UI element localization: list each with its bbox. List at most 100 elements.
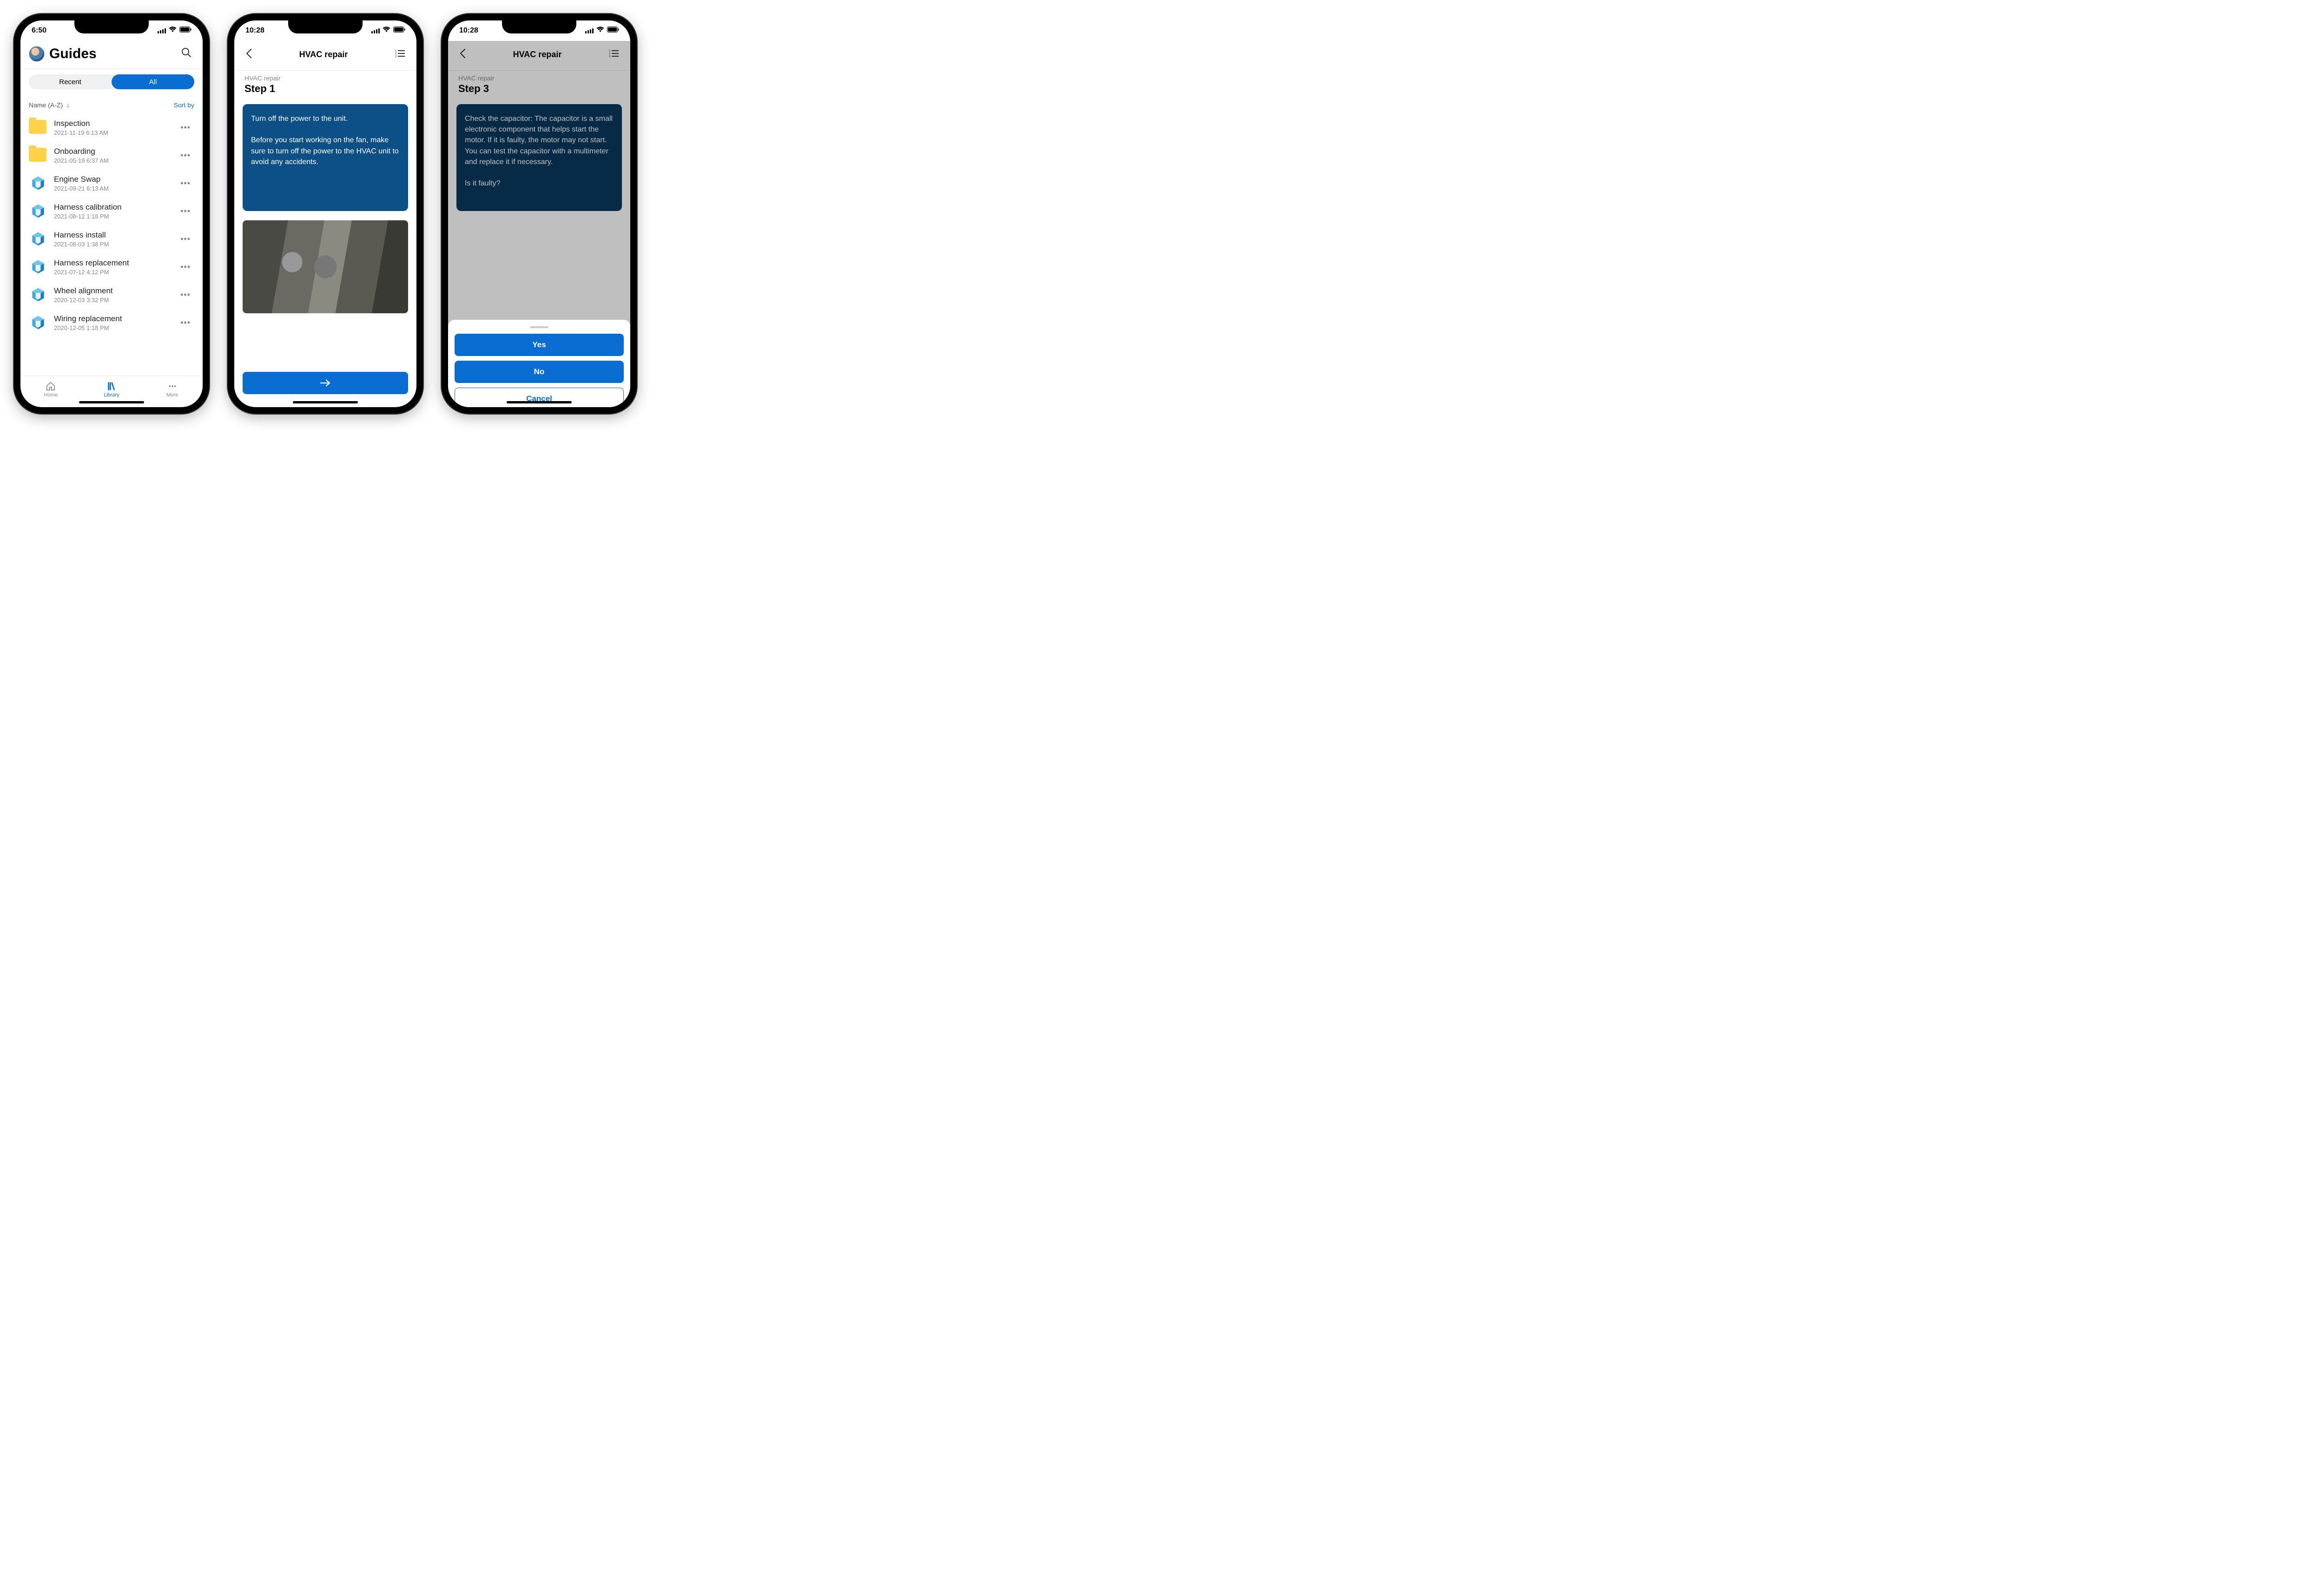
instruction-card: Turn off the power to the unit. Before y… [243, 104, 408, 211]
wifi-icon [169, 26, 177, 35]
home-indicator[interactable] [507, 401, 572, 403]
item-more-button[interactable]: ••• [177, 119, 194, 136]
item-title: Wheel alignment [54, 286, 170, 296]
wifi-icon [383, 26, 390, 35]
item-text: Harness calibration2021-08-12 1:18 PM [54, 203, 170, 220]
more-icon [167, 381, 178, 391]
page-title: HVAC repair [299, 50, 348, 59]
signal-icon [371, 28, 380, 33]
list-item[interactable]: Harness install2021-08-03 1:38 PM ••• [20, 225, 203, 253]
phone-library: 6:50 Guides Recent All Name (A-Z) ↓ Sort… [14, 14, 209, 414]
item-date: 2021-09-21 6:13 AM [54, 185, 170, 192]
folder-icon [29, 146, 47, 165]
item-title: Harness calibration [54, 203, 170, 212]
search-button[interactable] [178, 45, 194, 63]
signal-icon [585, 28, 594, 33]
guide-icon [29, 257, 47, 276]
tab-library[interactable]: Library [81, 376, 142, 403]
phone-step3: 10:28 HVAC repair 123 HVAC repair Step 3… [442, 14, 637, 414]
item-date: 2020-12-03 3:32 PM [54, 297, 170, 304]
sort-by-button[interactable]: Sort by [174, 101, 194, 109]
sort-label[interactable]: Name (A-Z) ↓ [29, 101, 70, 109]
wifi-icon [596, 26, 604, 35]
item-date: 2021-05-19 6:37 AM [54, 157, 170, 164]
item-more-button[interactable]: ••• [177, 203, 194, 220]
item-text: Onboarding2021-05-19 6:37 AM [54, 147, 170, 164]
battery-icon [607, 26, 619, 35]
list-item[interactable]: Harness replacement2021-07-12 4:12 PM ••• [20, 253, 203, 281]
list-item[interactable]: Wiring replacement2020-12-05 1:18 PM ••• [20, 309, 203, 337]
header: Guides [20, 41, 203, 68]
item-title: Wiring replacement [54, 314, 170, 323]
next-button[interactable] [243, 372, 408, 394]
tab-more[interactable]: More [142, 376, 203, 403]
segment-control: Recent All [29, 74, 194, 89]
home-indicator[interactable] [293, 401, 358, 403]
sheet-handle[interactable] [530, 326, 548, 328]
list-item[interactable]: Harness calibration2021-08-12 1:18 PM ••• [20, 197, 203, 225]
step-title: Step 1 [234, 82, 416, 101]
status-icons [371, 26, 405, 35]
item-more-button[interactable]: ••• [177, 175, 194, 192]
tab-all[interactable]: All [112, 74, 194, 89]
item-text: Inspection2021-11-19 6:13 AM [54, 119, 170, 136]
list-item[interactable]: Onboarding2021-05-19 6:37 AM ••• [20, 141, 203, 169]
action-sheet: Yes No Cancel [448, 320, 630, 414]
item-date: 2020-12-05 1:18 PM [54, 324, 170, 331]
item-more-button[interactable]: ••• [177, 258, 194, 276]
item-text: Wheel alignment2020-12-03 3:32 PM [54, 286, 170, 304]
chevron-left-icon [245, 48, 252, 59]
divider [20, 68, 203, 69]
item-text: Harness install2021-08-03 1:38 PM [54, 231, 170, 248]
home-indicator[interactable] [79, 401, 144, 403]
list-item[interactable]: Engine Swap2021-09-21 6:13 AM ••• [20, 169, 203, 197]
item-more-button[interactable]: ••• [177, 286, 194, 304]
tab-home-label: Home [44, 392, 58, 398]
step-image[interactable] [243, 220, 408, 313]
item-text: Harness replacement2021-07-12 4:12 PM [54, 258, 170, 276]
tab-more-label: More [166, 392, 178, 398]
item-more-button[interactable]: ••• [177, 147, 194, 164]
header: HVAC repair 123 [234, 41, 416, 70]
notch [74, 20, 149, 33]
page-title: Guides [49, 46, 174, 62]
status-icons [585, 26, 619, 35]
signal-icon [158, 28, 166, 33]
avatar[interactable] [29, 46, 45, 62]
svg-text:3: 3 [395, 55, 397, 58]
guide-icon [29, 285, 47, 304]
yes-button[interactable]: Yes [455, 334, 624, 356]
item-title: Harness replacement [54, 258, 170, 268]
list-item[interactable]: Inspection2021-11-19 6:13 AM ••• [20, 113, 203, 141]
notch [288, 20, 363, 33]
item-title: Onboarding [54, 147, 170, 156]
tab-library-label: Library [104, 392, 119, 398]
arrow-right-icon [320, 379, 331, 387]
cancel-button[interactable]: Cancel [455, 388, 624, 410]
list-icon: 123 [395, 49, 405, 58]
list-item[interactable]: Wheel alignment2020-12-03 3:32 PM ••• [20, 281, 203, 309]
no-button[interactable]: No [455, 361, 624, 383]
back-button[interactable] [243, 46, 255, 64]
battery-icon [393, 26, 405, 35]
library-icon [106, 381, 117, 391]
item-text: Engine Swap2021-09-21 6:13 AM [54, 175, 170, 192]
status-icons [158, 26, 191, 35]
item-more-button[interactable]: ••• [177, 314, 194, 331]
sort-row: Name (A-Z) ↓ Sort by [20, 95, 203, 113]
battery-icon [179, 26, 191, 35]
tab-recent[interactable]: Recent [29, 74, 112, 89]
guide-icon [29, 313, 47, 332]
step-meta: HVAC repair [234, 71, 416, 82]
item-text: Wiring replacement2020-12-05 1:18 PM [54, 314, 170, 331]
status-time: 6:50 [32, 26, 46, 35]
home-icon [46, 381, 56, 391]
guide-icon [29, 230, 47, 248]
tab-home[interactable]: Home [20, 376, 81, 403]
item-more-button[interactable]: ••• [177, 231, 194, 248]
status-time: 10:28 [245, 26, 264, 35]
guides-list[interactable]: Inspection2021-11-19 6:13 AM•••Onboardin… [20, 113, 203, 376]
folder-icon [29, 118, 47, 137]
guide-icon [29, 174, 47, 192]
steps-list-button[interactable]: 123 [392, 46, 408, 63]
